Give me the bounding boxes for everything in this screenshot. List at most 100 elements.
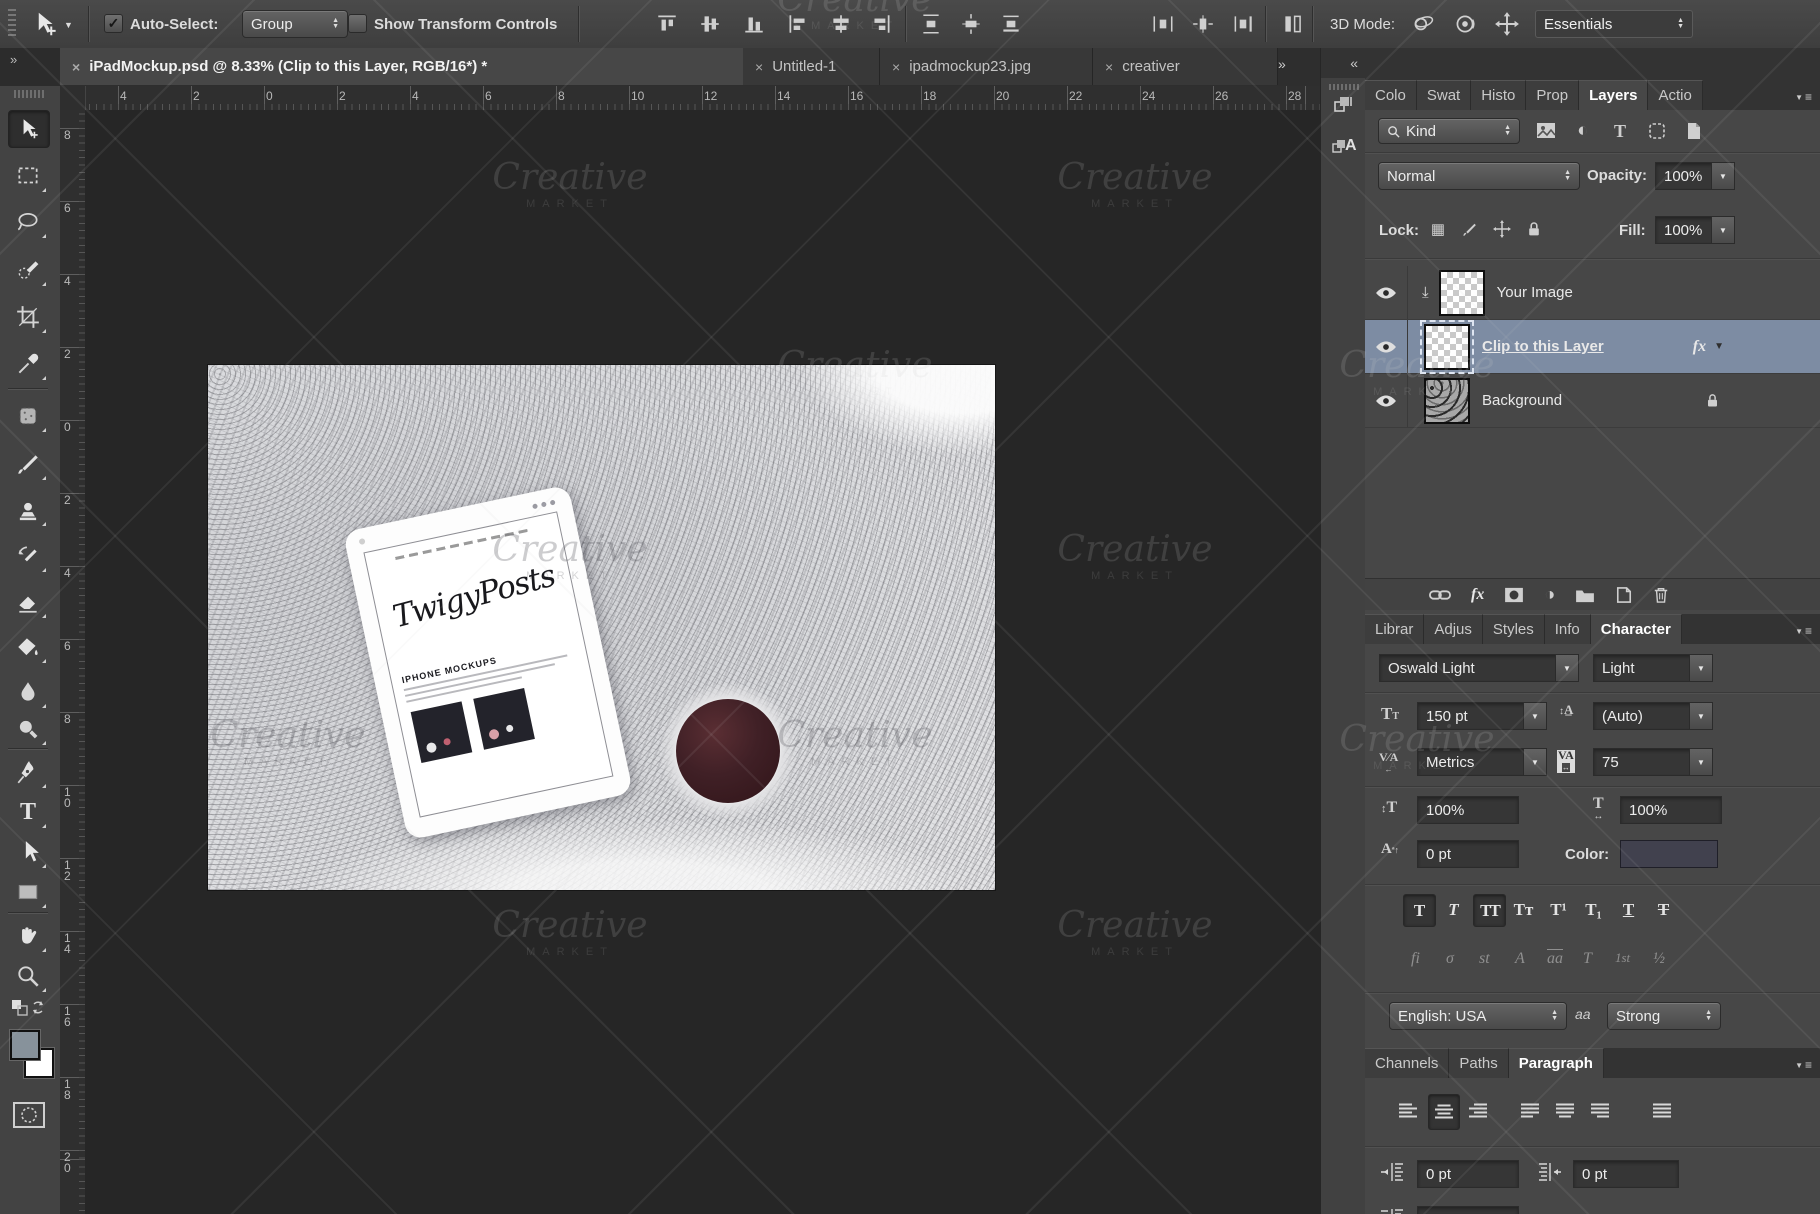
tab-actions[interactable]: Actio	[1648, 80, 1702, 110]
vertical-scale-field[interactable]: 100%	[1417, 796, 1519, 824]
dropdown-arrow-icon[interactable]: ▼	[1523, 703, 1546, 729]
move-tool-current-icon[interactable]	[30, 9, 60, 39]
eyedropper-tool[interactable]	[8, 346, 48, 382]
distribute-horizontal-centers-button[interactable]	[1188, 9, 1218, 39]
filter-adjustment-layers-icon[interactable]: ◐	[1568, 116, 1598, 146]
fill-field[interactable]: 100% ▼	[1655, 216, 1735, 244]
lock-image-pixels-icon[interactable]	[1457, 214, 1483, 244]
layer-filter-dropdown[interactable]: Kind ▲▼	[1378, 118, 1520, 144]
layer-thumbnail[interactable]	[1424, 378, 1470, 424]
doc-tab-creativer[interactable]: × creativer	[1093, 48, 1278, 85]
align-top-edges-button[interactable]	[652, 9, 682, 39]
kerning-field[interactable]: Metrics ▼	[1417, 748, 1547, 776]
swap-colors-icon[interactable]	[10, 998, 46, 1022]
filter-shape-layers-icon[interactable]	[1642, 116, 1672, 146]
tracking-field[interactable]: 75 ▼	[1593, 748, 1713, 776]
panel-menu-icon[interactable]: ▼≡	[1795, 624, 1820, 638]
vertical-ruler[interactable]: 86 42 02 46 810 1214 1618 20	[60, 110, 86, 1214]
visibility-toggle[interactable]	[1365, 374, 1408, 427]
filter-smart-objects-icon[interactable]	[1679, 116, 1709, 146]
crop-tool[interactable]	[8, 299, 48, 335]
tab-overflow-icon[interactable]: »	[1278, 56, 1286, 72]
layer-thumbnail[interactable]	[1439, 270, 1485, 316]
distribute-top-edges-button[interactable]	[916, 9, 946, 39]
dropdown-arrow-icon[interactable]: ▼	[1711, 217, 1734, 243]
new-layer-icon[interactable]	[1615, 587, 1633, 603]
fx-expand-icon[interactable]: ▼	[1714, 341, 1724, 352]
font-family-field[interactable]: Oswald Light ▼	[1379, 654, 1579, 682]
new-group-icon[interactable]	[1575, 587, 1595, 603]
lock-all-icon[interactable]	[1521, 214, 1547, 244]
quick-selection-tool[interactable]	[8, 252, 48, 288]
distribute-spacing-button[interactable]	[1278, 9, 1308, 39]
brush-tool[interactable]	[8, 446, 48, 482]
lock-position-icon[interactable]	[1489, 214, 1515, 244]
path-selection-tool[interactable]	[8, 834, 48, 870]
superscript-button[interactable]: T¹	[1543, 894, 1574, 925]
stylistic-alternates-icon[interactable]: aa	[1547, 950, 1563, 968]
tab-info[interactable]: Info	[1545, 614, 1591, 644]
layer-row-clip-to-this-layer[interactable]: Clip to this Layer fx ▼	[1365, 320, 1820, 374]
distribute-right-edges-button[interactable]	[1228, 9, 1258, 39]
panel-menu-icon[interactable]: ▼≡	[1795, 90, 1820, 104]
small-caps-button[interactable]: Tᴛ	[1508, 894, 1539, 925]
options-bar-grip[interactable]	[8, 9, 16, 39]
dropdown-arrow-icon[interactable]: ▼	[1523, 749, 1546, 775]
opacity-field[interactable]: 100% ▼	[1655, 162, 1735, 190]
tab-styles[interactable]: Styles	[1483, 614, 1545, 644]
link-layers-icon[interactable]	[1429, 588, 1451, 602]
3d-roll-icon[interactable]	[1450, 9, 1480, 39]
pen-tool[interactable]	[8, 754, 48, 790]
close-icon[interactable]: ×	[892, 59, 900, 75]
move-tool[interactable]	[8, 110, 50, 148]
3d-orbit-icon[interactable]	[1408, 9, 1438, 39]
align-center-button[interactable]	[1428, 1094, 1460, 1130]
dropdown-arrow-icon[interactable]: ▼	[1689, 703, 1712, 729]
faux-italic-button[interactable]: T	[1438, 894, 1469, 925]
layer-name[interactable]: Your Image	[1497, 284, 1573, 301]
doc-tab-ipadmockup23[interactable]: × ipadmockup23.jpg	[880, 48, 1093, 85]
distribute-vertical-centers-button[interactable]	[956, 9, 986, 39]
clone-stamp-tool[interactable]	[8, 492, 48, 528]
dodge-tool[interactable]	[8, 711, 48, 747]
delete-layer-icon[interactable]	[1653, 586, 1669, 603]
ordinals-icon[interactable]: 1st	[1615, 950, 1630, 966]
layer-thumbnail[interactable]	[1424, 324, 1470, 370]
panel-menu-icon[interactable]: ▼≡	[1795, 1058, 1820, 1072]
justify-last-center-button[interactable]	[1550, 1094, 1580, 1128]
titling-alternates-icon[interactable]: T	[1583, 950, 1592, 968]
layer-row-your-image[interactable]: ⤓ Your Image	[1365, 266, 1820, 320]
align-bottom-edges-button[interactable]	[739, 9, 769, 39]
lock-transparent-pixels-icon[interactable]: ▦	[1425, 214, 1451, 244]
anti-alias-dropdown[interactable]: Strong ▲▼	[1607, 1002, 1721, 1030]
dock-grip[interactable]	[1329, 84, 1359, 90]
history-brush-tool[interactable]	[8, 538, 48, 574]
contextual-alternates-icon[interactable]: σ	[1446, 950, 1454, 968]
align-left-button[interactable]	[1393, 1094, 1423, 1128]
gradient-tool[interactable]	[8, 629, 48, 665]
dropdown-arrow-icon[interactable]: ▼	[1689, 749, 1712, 775]
font-size-field[interactable]: 150 pt ▼	[1417, 702, 1547, 730]
new-adjustment-layer-icon[interactable]: ◑	[1544, 584, 1555, 605]
strikethrough-button[interactable]: T	[1648, 894, 1679, 925]
tab-libraries[interactable]: Librar	[1365, 614, 1424, 644]
filter-pixel-layers-icon[interactable]	[1531, 116, 1561, 146]
dock-collapse-button[interactable]: «	[1321, 48, 1366, 78]
tab-properties[interactable]: Prop	[1526, 80, 1579, 110]
show-transform-checkbox[interactable]	[348, 14, 367, 33]
hand-tool[interactable]	[8, 918, 48, 954]
tab-channels[interactable]: Channels	[1365, 1048, 1449, 1078]
lasso-tool[interactable]	[8, 204, 48, 240]
workspace-dropdown[interactable]: Essentials ▲▼	[1535, 10, 1693, 38]
fx-icon[interactable]: fx	[1693, 338, 1706, 356]
ligatures-icon[interactable]: fi	[1411, 950, 1420, 968]
eraser-tool[interactable]	[8, 584, 48, 620]
distribute-bottom-edges-button[interactable]	[996, 9, 1026, 39]
faux-bold-button[interactable]: T	[1403, 894, 1436, 927]
subscript-button[interactable]: T₁	[1578, 894, 1609, 925]
filter-type-layers-icon[interactable]: T	[1605, 116, 1635, 146]
layer-style-icon[interactable]: fx	[1471, 586, 1484, 604]
align-horizontal-centers-button[interactable]	[826, 9, 856, 39]
tab-adjustments[interactable]: Adjus	[1424, 614, 1483, 644]
tab-color[interactable]: Colo	[1365, 80, 1417, 110]
